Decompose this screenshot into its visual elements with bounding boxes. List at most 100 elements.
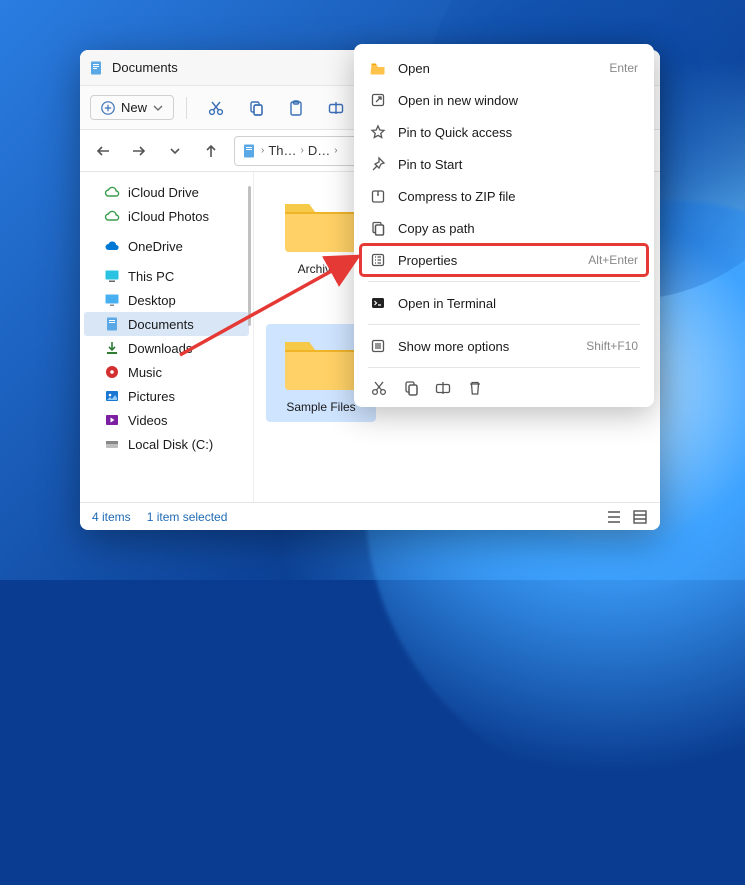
terminal-icon: [370, 295, 386, 311]
sidebar-item-label: Downloads: [128, 341, 192, 356]
up-button[interactable]: [198, 138, 224, 164]
monitor-icon: [104, 268, 120, 284]
selection-count: 1 item selected: [147, 510, 228, 524]
chevron-right-icon: ›: [334, 145, 337, 156]
cloud-icon: [104, 208, 120, 224]
crumb-documents[interactable]: D…: [308, 143, 330, 158]
window-title: Documents: [112, 60, 178, 75]
rename-icon[interactable]: [434, 379, 452, 397]
cm-accel: Enter: [609, 61, 638, 75]
sidebar-item-this-pc[interactable]: This PC: [84, 264, 249, 288]
disk-icon: [104, 436, 120, 452]
chevron-down-icon: [153, 103, 163, 113]
folder-open-icon: [370, 60, 386, 76]
new-button-label: New: [121, 100, 147, 115]
back-button[interactable]: [90, 138, 116, 164]
sidebar-item-label: Videos: [128, 413, 168, 428]
cm-open-terminal[interactable]: Open in Terminal: [360, 287, 648, 319]
sidebar-item-pictures[interactable]: Pictures: [84, 384, 249, 408]
sidebar-scrollbar[interactable]: [248, 186, 251, 326]
delete-icon[interactable]: [466, 379, 484, 397]
zip-icon: [370, 188, 386, 204]
cm-action-row: [360, 373, 648, 399]
more-options-icon: [370, 338, 386, 354]
separator: [368, 281, 640, 282]
pictures-icon: [104, 388, 120, 404]
cm-compress-zip[interactable]: Compress to ZIP file: [360, 180, 648, 212]
chevron-right-icon: ›: [301, 145, 304, 156]
cloud-icon: [104, 184, 120, 200]
cm-accel: Shift+F10: [586, 339, 638, 353]
folder-label: Sample Files: [286, 400, 355, 414]
sidebar-item-icloud-photos[interactable]: iCloud Photos: [84, 204, 249, 228]
sidebar-item-label: This PC: [128, 269, 174, 284]
sidebar-item-label: Local Disk (C:): [128, 437, 213, 452]
crumb-this-pc[interactable]: Th…: [268, 143, 296, 158]
rename-button[interactable]: [319, 93, 353, 123]
sidebar-item-label: Documents: [128, 317, 194, 332]
copy-path-icon: [370, 220, 386, 236]
download-icon: [104, 340, 120, 356]
cm-accel: Alt+Enter: [588, 253, 638, 267]
cm-label: Pin to Start: [398, 157, 638, 172]
desktop-icon: [104, 292, 120, 308]
cm-label: Properties: [398, 253, 576, 268]
cm-label: Show more options: [398, 339, 574, 354]
cm-label: Open in new window: [398, 93, 638, 108]
sidebar-item-local-disk[interactable]: Local Disk (C:): [84, 432, 249, 456]
onedrive-icon: [104, 238, 120, 254]
separator: [368, 367, 640, 368]
new-window-icon: [370, 92, 386, 108]
star-icon: [370, 124, 386, 140]
sidebar-item-downloads[interactable]: Downloads: [84, 336, 249, 360]
cut-button[interactable]: [199, 93, 233, 123]
documents-icon: [104, 316, 120, 332]
sidebar-item-label: iCloud Drive: [128, 185, 199, 200]
sidebar-item-videos[interactable]: Videos: [84, 408, 249, 432]
sidebar-item-desktop[interactable]: Desktop: [84, 288, 249, 312]
cm-label: Copy as path: [398, 221, 638, 236]
cm-copy-path[interactable]: Copy as path: [360, 212, 648, 244]
cm-show-more-options[interactable]: Show more options Shift+F10: [360, 330, 648, 362]
cm-label: Pin to Quick access: [398, 125, 638, 140]
properties-icon: [370, 252, 386, 268]
music-icon: [104, 364, 120, 380]
sidebar-item-onedrive[interactable]: OneDrive: [84, 234, 249, 258]
recent-dropdown[interactable]: [162, 138, 188, 164]
sidebar-item-label: iCloud Photos: [128, 209, 209, 224]
copy-button[interactable]: [239, 93, 273, 123]
folder-icon: [281, 192, 361, 256]
folder-icon: [281, 330, 361, 394]
new-button[interactable]: New: [90, 95, 174, 120]
paste-button[interactable]: [279, 93, 313, 123]
sidebar-item-label: Desktop: [128, 293, 176, 308]
sidebar-item-documents[interactable]: Documents: [84, 312, 249, 336]
separator: [186, 97, 187, 119]
sidebar-item-music[interactable]: Music: [84, 360, 249, 384]
cut-icon[interactable]: [370, 379, 388, 397]
cm-label: Open: [398, 61, 597, 76]
list-view-button[interactable]: [606, 509, 622, 525]
sidebar-item-label: Pictures: [128, 389, 175, 404]
copy-icon[interactable]: [402, 379, 420, 397]
chevron-right-icon: ›: [261, 145, 264, 156]
navigation-pane: iCloud Drive iCloud Photos OneDrive This…: [80, 172, 254, 502]
cm-label: Open in Terminal: [398, 296, 638, 311]
sidebar-item-icloud-drive[interactable]: iCloud Drive: [84, 180, 249, 204]
cm-open-new-window[interactable]: Open in new window: [360, 84, 648, 116]
cm-pin-quick-access[interactable]: Pin to Quick access: [360, 116, 648, 148]
cm-pin-start[interactable]: Pin to Start: [360, 148, 648, 180]
folder-label: Archived: [298, 262, 345, 276]
forward-button[interactable]: [126, 138, 152, 164]
plus-icon: [101, 101, 115, 115]
details-view-button[interactable]: [632, 509, 648, 525]
cm-properties[interactable]: Properties Alt+Enter: [360, 244, 648, 276]
pin-icon: [370, 156, 386, 172]
cm-open[interactable]: Open Enter: [360, 52, 648, 84]
documents-icon: [88, 60, 104, 76]
status-bar: 4 items 1 item selected: [80, 502, 660, 530]
item-count: 4 items: [92, 510, 131, 524]
separator: [368, 324, 640, 325]
sidebar-item-label: Music: [128, 365, 162, 380]
sidebar-item-label: OneDrive: [128, 239, 183, 254]
